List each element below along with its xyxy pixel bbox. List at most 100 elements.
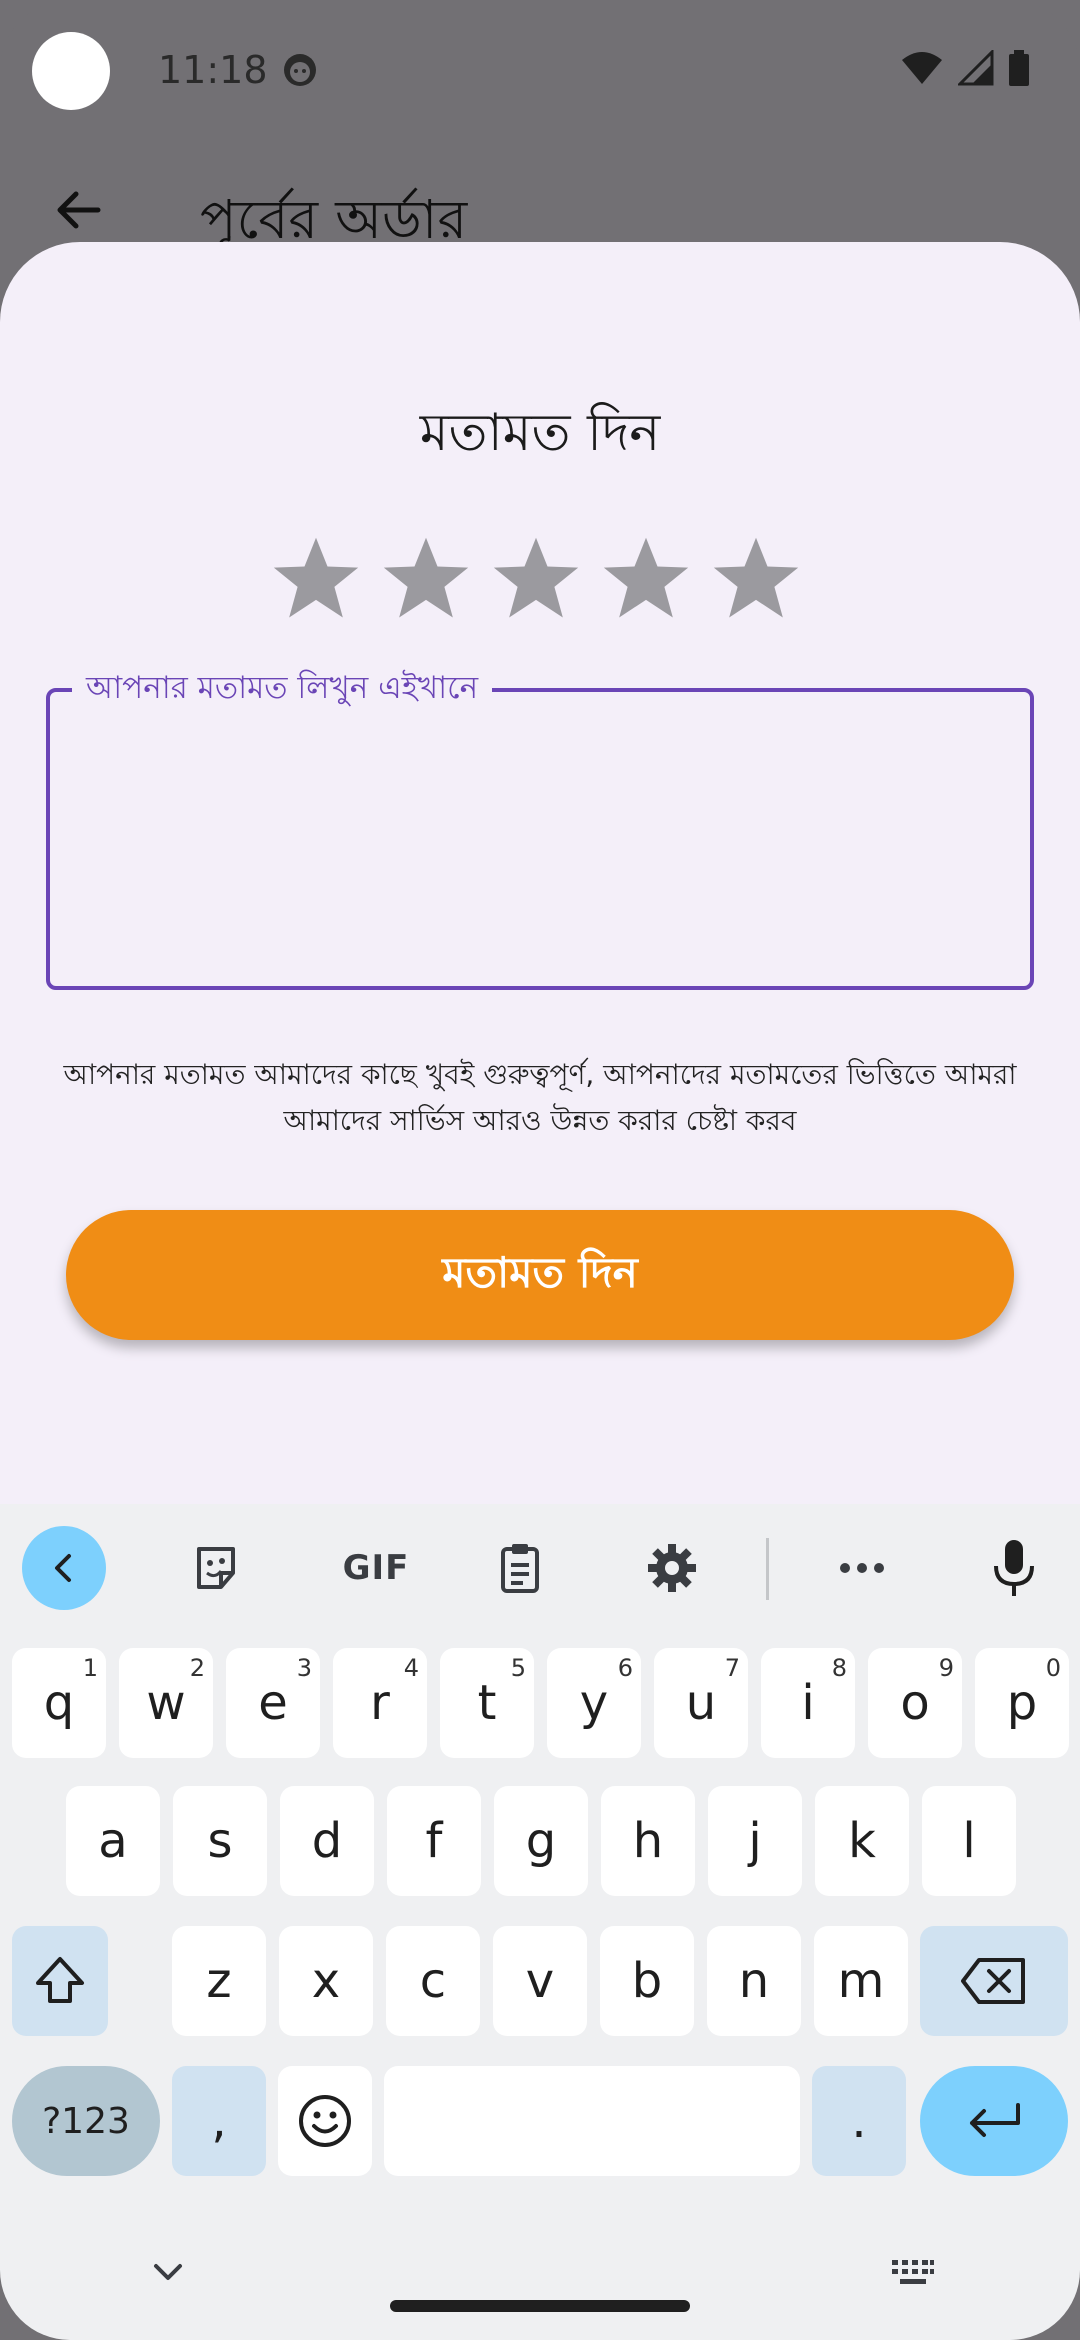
key-q[interactable]: q1 [12, 1648, 106, 1758]
key-label: r [370, 1675, 390, 1731]
key-w[interactable]: w2 [119, 1648, 213, 1758]
key-f[interactable]: f [387, 1786, 481, 1896]
keyboard: GIF ?123 , . q 1 w 2 e 3 r 4 t 5 y 6 u 7… [0, 1504, 1080, 2340]
key-s[interactable]: s [173, 1786, 267, 1896]
status-bar: 11:18 [0, 0, 1080, 140]
chevron-down-icon[interactable] [150, 2260, 186, 2284]
star-icon[interactable] [490, 532, 582, 624]
key-c[interactable]: c [386, 1926, 480, 2036]
key-label: s [207, 1813, 233, 1869]
gif-icon[interactable]: GIF [326, 1526, 426, 1610]
toolbar-divider [766, 1538, 769, 1600]
star-icon[interactable] [380, 532, 472, 624]
key-u[interactable]: u7 [654, 1648, 748, 1758]
app-notification-icon [284, 54, 316, 86]
wifi-icon [902, 52, 942, 84]
feedback-note-line: আপনার মতামত আমাদের কাছে খুবই গুরুত্বপূর্… [63, 1058, 1017, 1091]
camera-cutout [32, 32, 110, 110]
key-label: z [206, 1953, 232, 2009]
key-y[interactable]: y6 [547, 1648, 641, 1758]
status-time: 11:18 [158, 48, 268, 92]
feedback-note: আপনার মতামত আমাদের কাছে খুবই গুরুত্বপূর্… [40, 1052, 1040, 1144]
back-arrow-icon[interactable] [50, 182, 106, 238]
key-number-hint: 6 [617, 1654, 633, 1682]
backspace-key[interactable] [920, 1926, 1068, 2036]
emoji-icon [299, 2095, 351, 2147]
key-label: u [685, 1675, 717, 1731]
key-m[interactable]: m [814, 1926, 908, 2036]
key-label: m [837, 1953, 885, 2009]
key-label: j [748, 1813, 762, 1869]
key-number-hint: 9 [938, 1654, 954, 1682]
star-icon[interactable] [710, 532, 802, 624]
keyboard-switch-icon[interactable] [890, 2258, 936, 2288]
keyboard-toolbar: GIF [0, 1504, 1080, 1634]
key-n[interactable]: n [707, 1926, 801, 2036]
key-z[interactable]: z [172, 1926, 266, 2036]
key-number-hint: 3 [296, 1654, 312, 1682]
period-key[interactable]: . [812, 2066, 906, 2176]
more-icon[interactable] [820, 1526, 904, 1610]
gear-icon[interactable] [630, 1526, 714, 1610]
mic-icon[interactable] [972, 1526, 1056, 1610]
key-t[interactable]: t5 [440, 1648, 534, 1758]
rating-stars[interactable] [270, 532, 802, 624]
signal-icon [958, 50, 994, 86]
star-icon[interactable] [270, 532, 362, 624]
emoji-key[interactable] [278, 2066, 372, 2176]
home-indicator[interactable] [390, 2300, 690, 2312]
key-j[interactable]: j [708, 1786, 802, 1896]
key-b[interactable]: b [600, 1926, 694, 2036]
key-v[interactable]: v [493, 1926, 587, 2036]
key-number-hint: 0 [1045, 1654, 1061, 1682]
clipboard-icon[interactable] [478, 1526, 562, 1610]
key-label: i [801, 1675, 815, 1731]
key-r[interactable]: r4 [333, 1648, 427, 1758]
key-number-hint: 2 [189, 1654, 205, 1682]
key-label: x [311, 1953, 341, 2009]
feedback-sheet: মতামত দিন আপনার মতামত লিখুন এইখানে আপনার… [0, 242, 1080, 1512]
shift-key[interactable] [12, 1926, 108, 2036]
sticker-icon[interactable] [174, 1526, 258, 1610]
key-label: h [632, 1813, 664, 1869]
space-key[interactable] [384, 2066, 800, 2176]
comma-key[interactable]: , [172, 2066, 266, 2176]
key-label: b [631, 1953, 663, 2009]
key-label: v [525, 1953, 555, 2009]
key-p[interactable]: p0 [975, 1648, 1069, 1758]
submit-feedback-button[interactable]: মতামত দিন [66, 1210, 1014, 1340]
key-d[interactable]: d [280, 1786, 374, 1896]
key-label: g [525, 1813, 557, 1869]
key-number-hint: 8 [831, 1654, 847, 1682]
key-g[interactable]: g [494, 1786, 588, 1896]
key-x[interactable]: x [279, 1926, 373, 2036]
key-h[interactable]: h [601, 1786, 695, 1896]
key-label: a [98, 1813, 128, 1869]
key-k[interactable]: k [815, 1786, 909, 1896]
key-number-hint: 5 [510, 1654, 526, 1682]
sheet-title: মতামত দিন [419, 403, 661, 463]
key-i[interactable]: i8 [761, 1648, 855, 1758]
chevron-left-icon[interactable] [22, 1526, 106, 1610]
key-e[interactable]: e3 [226, 1648, 320, 1758]
enter-key[interactable] [920, 2066, 1068, 2176]
feedback-input[interactable] [50, 692, 1030, 986]
key-a[interactable]: a [66, 1786, 160, 1896]
key-label: d [311, 1813, 343, 1869]
key-label: y [579, 1675, 609, 1731]
key-label: p [1006, 1675, 1038, 1731]
gif-label: GIF [342, 1548, 410, 1588]
feedback-field[interactable]: আপনার মতামত লিখুন এইখানে [46, 668, 1034, 990]
key-l[interactable]: l [922, 1786, 1016, 1896]
key-label: t [477, 1675, 497, 1731]
key-label: o [900, 1675, 930, 1731]
symbols-key[interactable]: ?123 [12, 2066, 160, 2176]
key-o[interactable]: o9 [868, 1648, 962, 1758]
key-label: e [258, 1675, 288, 1731]
key-label: w [146, 1675, 186, 1731]
shift-icon [36, 1957, 84, 2003]
key-number-hint: 1 [82, 1654, 98, 1682]
key-number-hint: 4 [403, 1654, 419, 1682]
status-icons [900, 50, 1030, 86]
star-icon[interactable] [600, 532, 692, 624]
